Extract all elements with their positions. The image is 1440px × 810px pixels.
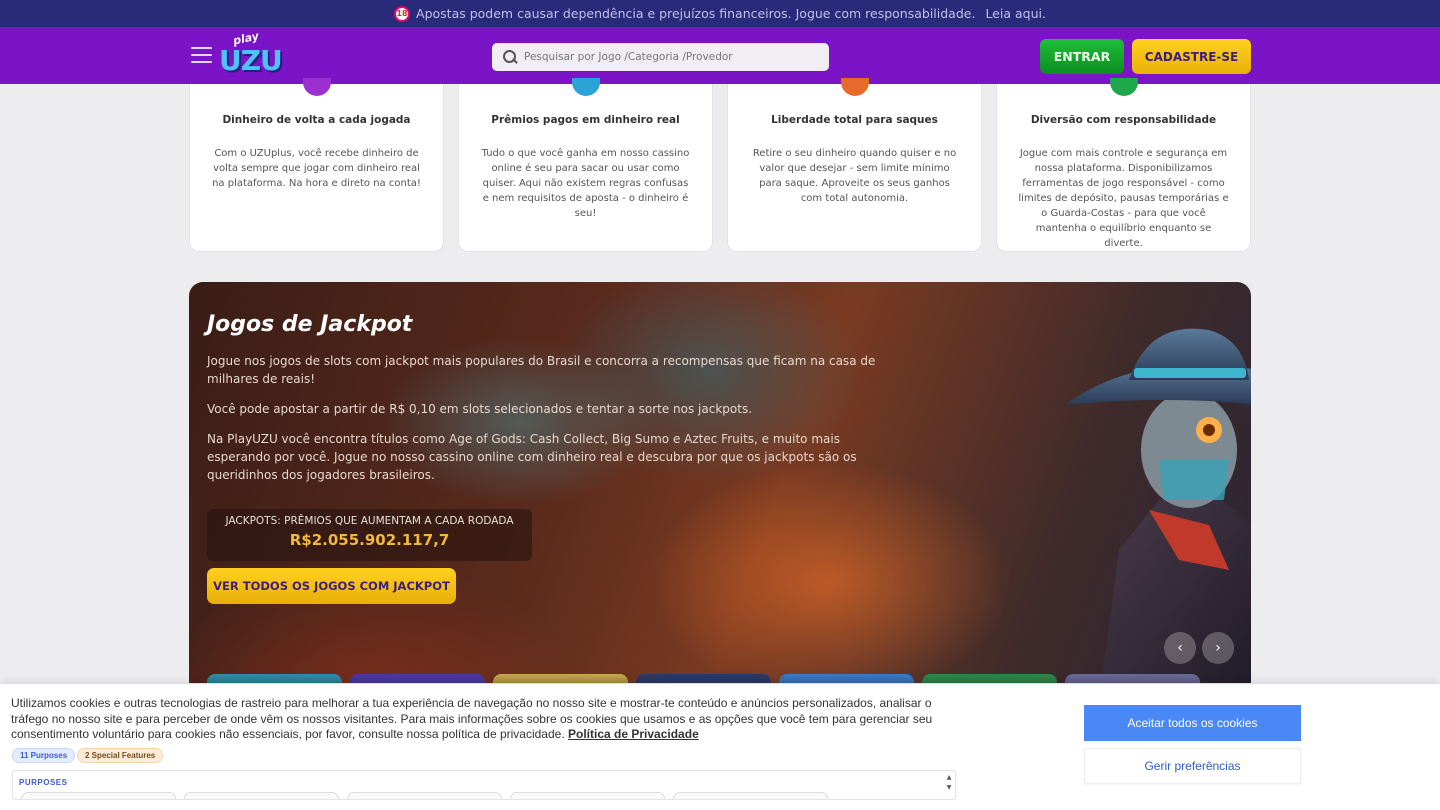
responsible-gambling-bar: 18 Apostas podem causar dependência e pr… <box>0 0 1440 27</box>
menu-icon[interactable] <box>191 47 212 63</box>
purpose-chip <box>510 792 665 799</box>
jackpot-paragraph: Você pode apostar a partir de R$ 0,10 em… <box>207 402 753 416</box>
jackpot-banner: Jogos de Jackpot Jogue nos jogos de slot… <box>189 282 1251 702</box>
view-jackpot-games-button[interactable]: VER TODOS OS JOGOS COM JACKPOT <box>207 568 456 604</box>
feature-text: Tudo o que você ganha em nosso cassino o… <box>481 148 690 219</box>
cookie-text: Utilizamos cookies e outras tecnologias … <box>11 696 933 741</box>
signup-button[interactable]: CADASTRE-SE <box>1132 39 1251 74</box>
jackpot-title: Jogos de Jackpot <box>207 312 413 337</box>
feature-card-withdrawals: Liberdade total para saques Retire o seu… <box>727 78 982 252</box>
accept-all-cookies-button[interactable]: Aceitar todos os cookies <box>1084 705 1301 741</box>
purposes-list[interactable]: PURPOSES ▲ ▼ <box>12 770 956 800</box>
warning-text: Apostas podem causar dependência e preju… <box>416 6 976 21</box>
warning-read-more-link[interactable]: Leia aqui. <box>985 6 1046 21</box>
site-header: play UZU ENTRAR CADASTRE-SE <box>0 27 1440 84</box>
cookie-consent-banner: Utilizamos cookies e outras tecnologias … <box>0 683 1440 810</box>
manage-preferences-button[interactable]: Gerir preferências <box>1084 748 1301 784</box>
feature-card-cashback: Dinheiro de volta a cada jogada Com o UZ… <box>189 78 444 252</box>
purpose-chip <box>347 792 502 799</box>
login-button[interactable]: ENTRAR <box>1040 39 1124 74</box>
jackpot-counter-value: R$2.055.902.117,7 <box>289 531 450 549</box>
feature-card-responsible: Diversão com responsabilidade Jogue com … <box>996 78 1251 252</box>
feature-title: Prêmios pagos em dinheiro real <box>491 114 680 126</box>
purposes-count-badge[interactable]: 11 Purposes <box>12 748 76 763</box>
feature-title: Dinheiro de volta a cada jogada <box>222 114 411 126</box>
purpose-chip <box>21 792 176 799</box>
carousel-prev-button[interactable]: ‹ <box>1164 632 1196 664</box>
jackpot-paragraph: Na PlayUZU você encontra títulos como Ag… <box>207 432 857 482</box>
logo[interactable]: play UZU <box>219 29 283 80</box>
carousel-next-button[interactable]: › <box>1202 632 1234 664</box>
feature-text: Retire o seu dinheiro quando quiser e no… <box>752 148 957 204</box>
feature-text: Jogue com mais controle e segurança em n… <box>1018 148 1229 249</box>
feature-title: Liberdade total para saques <box>771 114 938 126</box>
logo-uzu-text: UZU <box>219 44 283 77</box>
age-18-icon: 18 <box>394 5 411 22</box>
privacy-policy-link[interactable]: Política de Privacidade <box>568 727 699 741</box>
rocket-icon <box>840 78 869 96</box>
cookie-text-block: Utilizamos cookies e outras tecnologias … <box>11 696 956 743</box>
gem-icon <box>571 78 600 96</box>
feature-card-real-money: Prêmios pagos em dinheiro real Tudo o qu… <box>458 78 713 252</box>
purpose-chip <box>184 792 339 799</box>
star-icon <box>302 78 331 96</box>
feature-title: Diversão com responsabilidade <box>1030 114 1217 126</box>
jackpot-counter: JACKPOTS: PRÊMIOS QUE AUMENTAM A CADA RO… <box>207 509 532 561</box>
scrollbar[interactable]: ▲ ▼ <box>945 773 953 793</box>
search-bar[interactable] <box>492 43 829 71</box>
feature-text: Com o UZUplus, você recebe dinheiro de v… <box>212 148 421 189</box>
shield-icon <box>1109 78 1138 96</box>
search-icon <box>502 49 518 65</box>
special-features-badge[interactable]: 2 Special Features <box>77 748 164 763</box>
purpose-chip <box>673 792 828 799</box>
purposes-title: PURPOSES <box>19 778 68 787</box>
features-section: Dinheiro de volta a cada jogada Com o UZ… <box>189 78 1251 252</box>
jackpot-paragraph: Jogue nos jogos de slots com jackpot mai… <box>207 354 876 386</box>
jackpot-counter-label: JACKPOTS: PRÊMIOS QUE AUMENTAM A CADA RO… <box>225 515 514 527</box>
search-input[interactable] <box>524 51 814 63</box>
